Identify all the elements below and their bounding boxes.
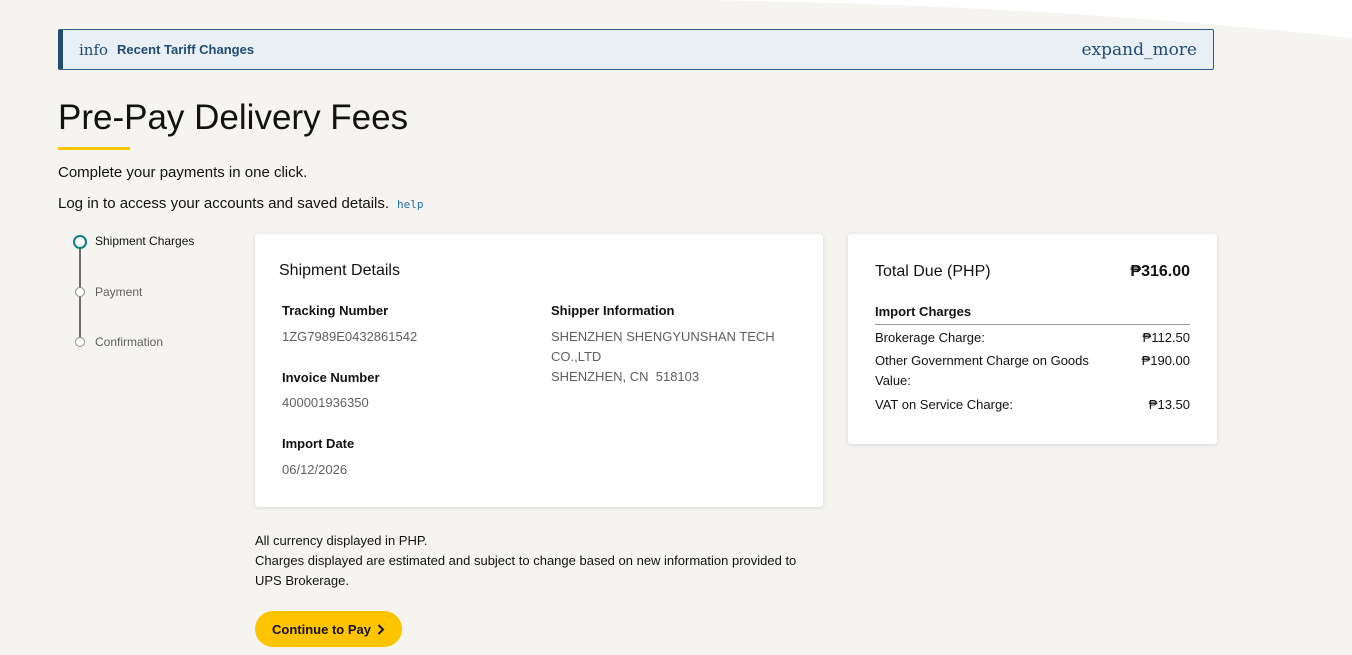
step-confirmation: Confirmation bbox=[95, 335, 164, 349]
charge-row-government: Other Government Charge on Goods Value: … bbox=[875, 351, 1190, 391]
tariff-changes-banner[interactable]: info Recent Tariff Changes expand_more bbox=[58, 29, 1214, 70]
page-title: Pre-Pay Delivery Fees bbox=[58, 98, 409, 137]
invoice-number-value: 400001936350 bbox=[282, 395, 369, 410]
info-icon: info bbox=[79, 40, 109, 59]
shipper-line: SHENZHEN SHENGYUNSHAN TECH bbox=[551, 329, 775, 344]
shipment-details-heading: Shipment Details bbox=[279, 262, 400, 279]
import-date-value: 06/12/2026 bbox=[282, 462, 348, 477]
login-prompt: Log in to access your accounts and saved… bbox=[58, 195, 424, 212]
tracking-number-label: Tracking Number bbox=[282, 303, 389, 318]
continue-to-pay-button[interactable]: Continue to Pay bbox=[255, 611, 402, 647]
charge-row-vat: VAT on Service Charge: ₱13.50 bbox=[875, 395, 1190, 415]
shipper-information-value: SHENZHEN SHENGYUNSHAN TECH CO.,LTD SHENZ… bbox=[551, 327, 775, 387]
step-shipment-charges: Shipment Charges bbox=[95, 234, 195, 248]
shipper-line: CO.,LTD bbox=[551, 349, 602, 364]
charge-label: Other Government Charge on Goods Value: bbox=[875, 353, 1089, 388]
step-payment: Payment bbox=[95, 285, 143, 299]
charge-value: ₱112.50 bbox=[1142, 330, 1190, 345]
charge-row-brokerage: Brokerage Charge: ₱112.50 bbox=[875, 328, 1190, 348]
total-due-card: Total Due (PHP) ₱316.00 Import Charges B… bbox=[848, 234, 1217, 444]
title-underline bbox=[58, 147, 130, 150]
import-date-label: Import Date bbox=[282, 436, 355, 451]
banner-title: Recent Tariff Changes bbox=[117, 42, 255, 57]
import-charges-heading: Import Charges bbox=[875, 304, 972, 319]
continue-to-pay-label: Continue to Pay bbox=[272, 621, 371, 637]
step-shipment-charges-indicator bbox=[73, 235, 87, 249]
shipper-information-label: Shipper Information bbox=[551, 303, 675, 318]
estimate-disclaimer: Charges displayed are estimated and subj… bbox=[255, 553, 797, 588]
charges-divider bbox=[875, 324, 1190, 325]
total-due-amount: ₱316.00 bbox=[1130, 263, 1190, 280]
charge-value: ₱190.00 bbox=[1141, 353, 1190, 368]
currency-note: All currency displayed in PHP. bbox=[255, 533, 428, 548]
total-due-heading: Total Due (PHP) bbox=[875, 263, 991, 280]
shipment-details-card: Shipment Details Tracking Number 1ZG7989… bbox=[255, 234, 823, 507]
page-subtitle: Complete your payments in one click. bbox=[58, 164, 308, 181]
tracking-number-value: 1ZG7989E0432861542 bbox=[282, 329, 418, 344]
step-confirmation-indicator bbox=[75, 337, 85, 347]
help-icon[interactable]: help bbox=[397, 198, 424, 211]
invoice-number-label: Invoice Number bbox=[282, 370, 380, 385]
charge-label: VAT on Service Charge: bbox=[875, 397, 1014, 412]
step-payment-indicator bbox=[75, 287, 85, 297]
chevron-right-icon bbox=[377, 623, 385, 635]
shipper-line: SHENZHEN, CN 518103 bbox=[551, 369, 700, 384]
login-text: Log in to access your accounts and saved… bbox=[58, 195, 390, 212]
currency-notes: All currency displayed in PHP. Charges d… bbox=[255, 531, 825, 591]
charge-label: Brokerage Charge: bbox=[875, 330, 985, 345]
expand-more-icon[interactable]: expand_more bbox=[1081, 40, 1197, 60]
charge-value: ₱13.50 bbox=[1148, 397, 1190, 412]
